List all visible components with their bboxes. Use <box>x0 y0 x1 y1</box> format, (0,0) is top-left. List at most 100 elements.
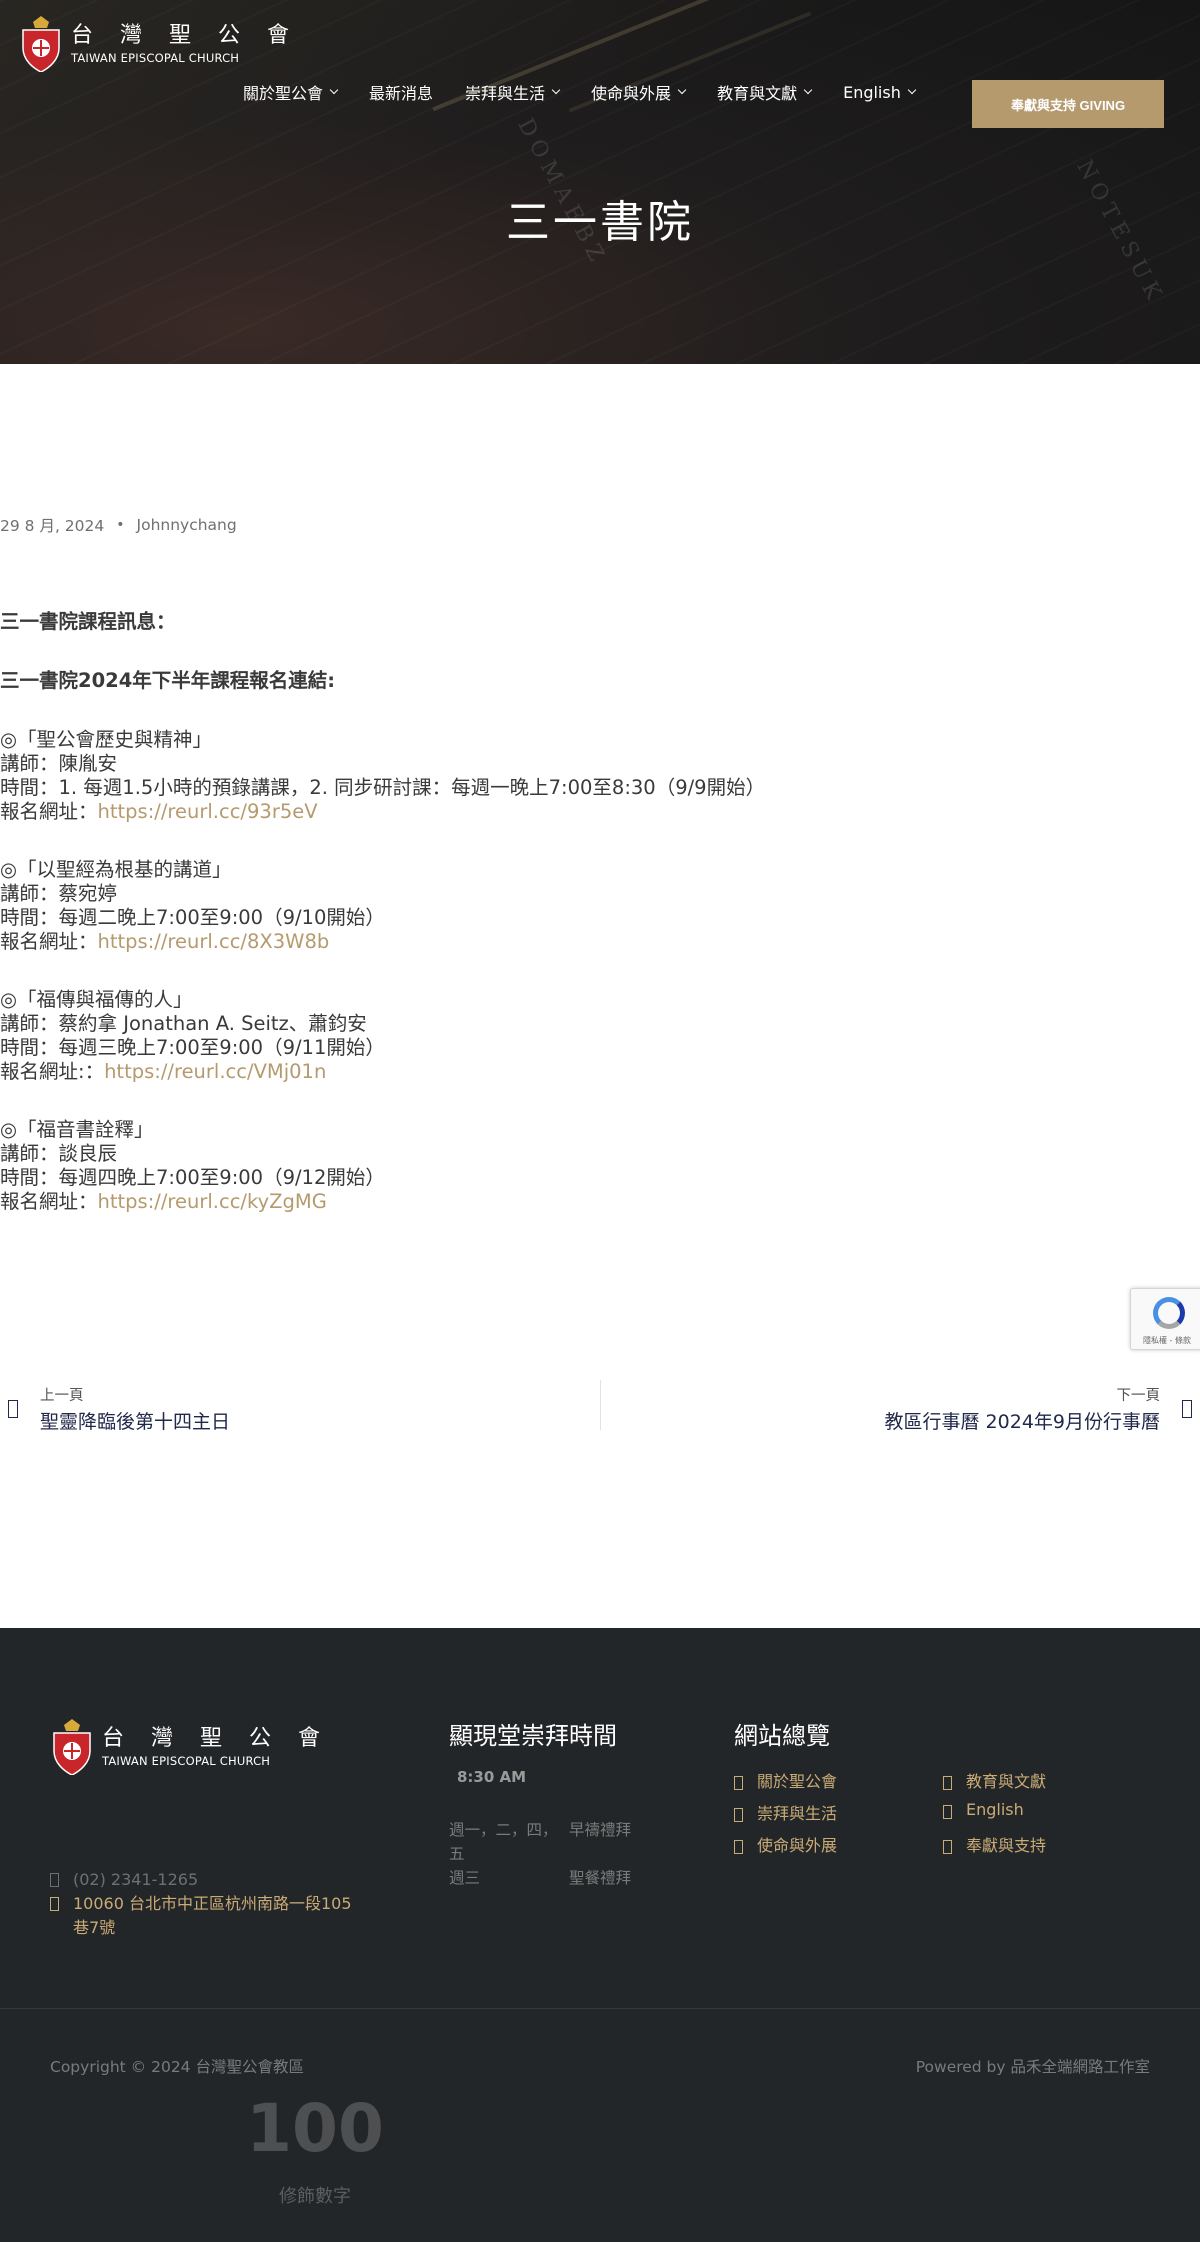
sitemap-label: 奉獻與支持 <box>966 1836 1047 1855</box>
post-date: 29 8 月, 2024 <box>0 517 105 535</box>
footer-logo-english: TAIWAN EPISCOPAL CHURCH <box>102 1754 271 1768</box>
course-link-label: 報名網址： <box>0 930 98 953</box>
site-footer: 台 灣 聖 公 會 TAIWAN EPISCOPAL CHURCH (02) 2… <box>0 1628 1200 2242</box>
post-meta: 29 8 月, 2024 • Johnnychang <box>0 514 1200 536</box>
next-label: 下一頁 <box>1116 1388 1161 1404</box>
sitemap-link-worship[interactable]: 崇拜與生活 <box>734 1800 837 1824</box>
course-signup-link[interactable]: https://reurl.cc/kyZgMG <box>98 1190 327 1213</box>
nav-item-education[interactable]: 教育與文獻 <box>717 80 813 104</box>
phone-number: (02) 2341-1265 <box>73 1870 199 1889</box>
course-time: 時間：每週三晚上7:00至9:00（9/11開始） <box>0 1036 385 1059</box>
course-link-label: 報名網址： <box>0 1190 98 1213</box>
footer-divider <box>0 2008 1200 2009</box>
logo-english-text: TAIWAN EPISCOPAL CHURCH <box>71 51 240 65</box>
copyright-text: Copyright © 2024 台灣聖公會教區 <box>50 2058 304 2076</box>
course-link-label: 報名網址:： <box>0 1060 105 1083</box>
meta-separator: • <box>116 517 125 533</box>
course-title: ◎「以聖經為根基的講道」 <box>0 858 232 881</box>
recaptcha-icon <box>1153 1297 1185 1329</box>
footer-logo[interactable]: 台 灣 聖 公 會 TAIWAN EPISCOPAL CHURCH <box>50 1719 330 1775</box>
schedule-row: 週三 聖餐禮拜 <box>449 1866 631 1890</box>
nav-item-about[interactable]: 關於聖公會 <box>243 80 339 104</box>
course-teacher: 講師：蔡宛婷 <box>0 882 118 905</box>
footer-phone[interactable]: (02) 2341-1265 <box>50 1868 198 1892</box>
course-teacher: 講師：談良辰 <box>0 1142 118 1165</box>
church-shield-icon <box>22 16 60 72</box>
chevron-down-icon <box>551 85 561 95</box>
nav-item-english[interactable]: English <box>843 82 917 102</box>
post-heading: 三一書院課程訊息： <box>0 610 176 633</box>
course-time: 時間：每週二晚上7:00至9:00（9/10開始） <box>0 906 385 929</box>
bullet-icon <box>734 1839 743 1854</box>
sitemap-link-education[interactable]: 教育與文獻 <box>943 1768 1046 1792</box>
course-block: ◎「福音書詮釋」 講師：談良辰 時間：每週四晚上7:00至9:00（9/12開始… <box>0 1118 1200 1214</box>
sitemap-label: English <box>966 1800 1024 1819</box>
post-author[interactable]: Johnnychang <box>137 516 237 534</box>
giving-button[interactable]: 奉獻與支持 GIVING <box>972 80 1164 128</box>
chevron-down-icon <box>329 85 339 95</box>
next-post-link[interactable]: 下一頁 教區行事曆 2024年9月份行事曆 <box>885 1384 1192 1434</box>
bullet-icon <box>734 1807 743 1822</box>
footer-address[interactable]: 10060 台北市中正區杭州南路一段105巷7號 <box>50 1892 353 1940</box>
course-link-row: 報名網址：https://reurl.cc/kyZgMG <box>0 1190 1200 1214</box>
page-title: 三一書院 <box>506 197 694 248</box>
nav-item-worship[interactable]: 崇拜與生活 <box>465 80 561 104</box>
chevron-down-icon <box>677 85 687 95</box>
sitemap-link-giving[interactable]: 奉獻與支持 <box>943 1832 1046 1856</box>
worship-schedule: 週一，二，四，五 早禱禮拜 週三 聖餐禮拜 <box>449 1818 631 1890</box>
location-icon <box>50 1897 59 1911</box>
sitemap-label: 使命與外展 <box>757 1836 838 1855</box>
course-link-label: 報名網址： <box>0 800 98 823</box>
powered-by-text[interactable]: Powered by 品禾全端網路工作室 <box>916 2055 1150 2077</box>
sitemap-label: 崇拜與生活 <box>757 1804 838 1823</box>
schedule-days: 週一，二，四，五 <box>449 1821 558 1863</box>
course-block: ◎「以聖經為根基的講道」 講師：蔡宛婷 時間：每週二晚上7:00至9:00（9/… <box>0 858 1200 954</box>
nav-item-mission[interactable]: 使命與外展 <box>591 80 687 104</box>
chevron-down-icon <box>803 85 813 95</box>
sitemap-link-about[interactable]: 關於聖公會 <box>734 1768 837 1792</box>
bullet-icon <box>943 1775 952 1790</box>
course-title: ◎「福傳與福傳的人」 <box>0 988 193 1011</box>
schedule-row: 週一，二，四，五 早禱禮拜 <box>449 1818 631 1866</box>
hero-header: DOMAEBZ NOTESUK 台 灣 聖 公 會 TAIWAN EPISCOP… <box>0 0 1200 364</box>
course-signup-link[interactable]: https://reurl.cc/93r5eV <box>98 800 318 823</box>
nav-item-news[interactable]: 最新消息 <box>369 80 433 104</box>
course-link-row: 報名網址:：https://reurl.cc/VMj01n <box>0 1060 1200 1084</box>
next-title: 教區行事曆 2024年9月份行事曆 <box>884 1411 1160 1433</box>
recaptcha-terms[interactable]: 隱私權 - 條款 <box>1131 1335 1200 1346</box>
schedule-days: 週三 <box>449 1869 481 1887</box>
chevron-down-icon <box>907 85 917 95</box>
nav-label: 崇拜與生活 <box>465 84 546 103</box>
arrow-right-icon <box>1182 1400 1192 1418</box>
prev-title: 聖靈降臨後第十四主日 <box>40 1411 231 1433</box>
previous-post-link[interactable]: 上一頁 聖靈降臨後第十四主日 <box>8 1384 230 1434</box>
address-text: 10060 台北市中正區杭州南路一段105巷7號 <box>73 1894 352 1937</box>
recaptcha-badge[interactable]: 隱私權 - 條款 <box>1130 1288 1200 1350</box>
nav-label: English <box>843 82 901 102</box>
sitemap-title: 網站總覽 <box>734 1722 830 1750</box>
course-time: 時間：1. 每週1.5小時的預錄講課，2. 同步研討課：每週一晚上7:00至8:… <box>0 776 766 799</box>
phone-icon <box>50 1873 59 1887</box>
nav-label: 教育與文獻 <box>717 84 798 103</box>
post-nav-divider <box>600 1380 601 1430</box>
course-signup-link[interactable]: https://reurl.cc/8X3W8b <box>98 930 330 953</box>
main-nav: 關於聖公會 最新消息 崇拜與生活 使命與外展 教育與文獻 English <box>243 80 947 104</box>
course-block: ◎「福傳與福傳的人」 講師：蔡約拿 Jonathan A. Seitz、蕭鈞安 … <box>0 988 1200 1084</box>
site-logo[interactable]: 台 灣 聖 公 會 TAIWAN EPISCOPAL CHURCH <box>19 16 299 72</box>
sitemap-link-mission[interactable]: 使命與外展 <box>734 1832 837 1856</box>
schedule-type: 早禱禮拜 <box>569 1821 632 1839</box>
sitemap-link-english[interactable]: English <box>943 1800 1024 1819</box>
course-signup-link[interactable]: https://reurl.cc/VMj01n <box>104 1060 326 1083</box>
post-content: 29 8 月, 2024 • Johnnychang 三一書院課程訊息： 三一書… <box>0 364 1200 1628</box>
nav-label: 最新消息 <box>369 84 434 103</box>
bullet-icon <box>734 1775 743 1790</box>
counter-label: 修飾數字 <box>279 2186 351 2207</box>
nav-label: 關於聖公會 <box>243 84 324 103</box>
worship-time: 8:30 AM <box>457 1768 527 1786</box>
course-title: ◎「福音書詮釋」 <box>0 1118 154 1141</box>
footer-logo-chinese: 台 灣 聖 公 會 <box>102 1726 330 1751</box>
counter-number: 100 <box>246 2090 384 2167</box>
bullet-icon <box>943 1839 952 1854</box>
course-block: ◎「聖公會歷史與精神」 講師：陳胤安 時間：1. 每週1.5小時的預錄講課，2.… <box>0 728 1200 824</box>
course-time: 時間：每週四晚上7:00至9:00（9/12開始） <box>0 1166 385 1189</box>
